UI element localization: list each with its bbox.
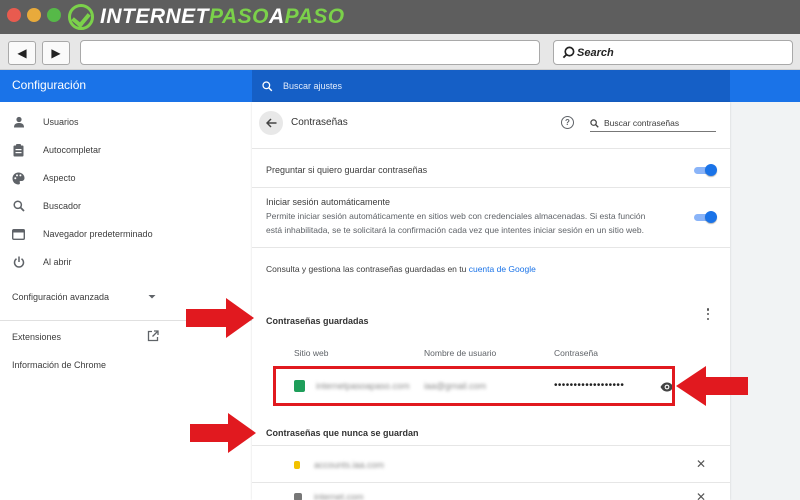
auto-signin-toggle[interactable] [694,211,717,223]
column-header-site: Sitio web [294,348,329,358]
browser-icon [12,228,25,241]
sidebar-advanced-toggle[interactable]: Configuración avanzada [12,292,158,302]
logo-text-paso-2: PASO [284,5,345,28]
divider [252,247,730,248]
divider [252,445,730,446]
settings-search-placeholder: Buscar ajustes [283,81,343,91]
more-actions-icon[interactable] [706,308,710,320]
back-button[interactable]: ◀ [8,41,36,65]
window-titlebar: INTERNETPASOAPASO [0,0,800,34]
search-icon [262,80,273,91]
password-search-input[interactable]: Buscar contraseñas [590,115,716,132]
divider [252,148,730,149]
sidebar-item-al-abrir[interactable]: Al abrir [0,248,252,276]
logo-text-internet: INTERNET [100,5,209,28]
annotation-arrow-icon [190,413,256,453]
sidebar-item-label: Navegador predeterminado [43,229,153,239]
logo-text: INTERNETPASOAPASO [100,5,345,29]
logo-text-paso: PASO [209,5,269,28]
site-favicon [294,493,302,500]
forward-arrow-icon: ▶ [51,46,61,60]
auto-signin-title: Iniciar sesión automáticamente [266,197,391,207]
palette-icon [12,172,25,185]
offer-save-label: Preguntar si quiero guardar contraseñas [266,165,428,175]
passwords-card: Contraseñas ? Buscar contraseñas Pregunt… [252,102,730,500]
offer-save-toggle[interactable] [694,164,717,176]
sidebar-item-usuarios[interactable]: Usuarios [0,108,252,136]
power-icon [12,256,25,269]
toggle-knob [705,164,717,176]
sidebar-item-label: Buscador [43,201,82,211]
sidebar-item-label: Usuarios [43,117,79,127]
sidebar-item-aspecto[interactable]: Aspecto [0,164,252,192]
logo-text-a: A [268,5,285,28]
sidebar-item-label: Al abrir [43,257,72,267]
clipboard-icon [12,143,25,157]
search-icon [12,200,25,213]
person-icon [12,116,25,129]
search-icon [562,46,575,59]
browser-search-field[interactable]: Search [553,40,793,65]
maximize-window-button[interactable] [47,8,61,22]
toggle-knob [705,211,717,223]
sidebar-extensions-label: Extensiones [12,332,62,342]
checkmark-logo-icon [68,4,94,30]
sidebar-item-label: Autocompletar [43,145,102,155]
column-header-password: Contraseña [554,348,598,358]
never-saved-site: internet.com [314,492,364,500]
forward-button[interactable]: ▶ [42,41,70,65]
settings-header: Configuración Buscar ajustes [0,70,800,102]
column-header-username: Nombre de usuario [424,348,497,358]
search-icon [590,118,599,128]
browser-toolbar: ◀ ▶ Search [0,34,800,70]
remove-exception-icon[interactable]: ✕ [696,490,706,500]
sidebar-item-autocompletar[interactable]: Autocompletar [0,136,252,164]
sidebar-advanced-label: Configuración avanzada [12,292,110,302]
settings-search-input[interactable]: Buscar ajustes [252,70,730,102]
chevron-down-icon [148,295,156,299]
never-saved-site: accounts.iaa.com [314,460,385,470]
sidebar-item-extensiones[interactable]: Extensiones [12,330,160,342]
site-favicon [294,461,300,469]
sidebar-item-label: Aspecto [43,173,76,183]
back-to-autofill-button[interactable] [259,111,283,135]
divider [252,482,730,483]
sidebar-item-buscador[interactable]: Buscador [0,192,252,220]
page-title: Contraseñas [291,117,348,128]
minimize-window-button[interactable] [27,8,41,22]
auto-signin-description-2: está inhabilitada, se te solicitará la c… [266,225,644,235]
password-search-placeholder: Buscar contraseñas [604,118,680,128]
address-bar[interactable] [80,40,540,65]
divider [252,187,730,188]
back-arrow-icon: ◀ [17,46,27,60]
sidebar-item-navegador-predeterminado[interactable]: Navegador predeterminado [0,220,252,248]
help-icon[interactable]: ? [561,116,574,129]
annotation-arrow-icon [676,366,748,406]
settings-title: Configuración [12,78,87,92]
browser-search-label: Search [577,46,614,59]
annotation-arrow-icon [186,298,254,338]
close-window-button[interactable] [7,8,21,22]
auto-signin-description-1: Permite iniciar sesión automáticamente e… [266,211,646,221]
saved-passwords-heading: Contraseñas guardadas [266,316,369,326]
remove-exception-icon[interactable]: ✕ [696,457,706,471]
manage-passwords-text: Consulta y gestiona las contraseñas guar… [266,264,536,274]
sidebar-item-informacion-chrome[interactable]: Información de Chrome [12,360,106,370]
arrow-left-icon [265,118,276,128]
open-in-new-icon [147,330,159,342]
highlight-frame [273,366,675,406]
manage-passwords-prefix: Consulta y gestiona las contraseñas guar… [266,264,469,274]
never-saved-heading: Contraseñas que nunca se guardan [266,428,419,438]
site-logo: INTERNETPASOAPASO [68,3,345,31]
google-account-link[interactable]: cuenta de Google [469,264,536,274]
